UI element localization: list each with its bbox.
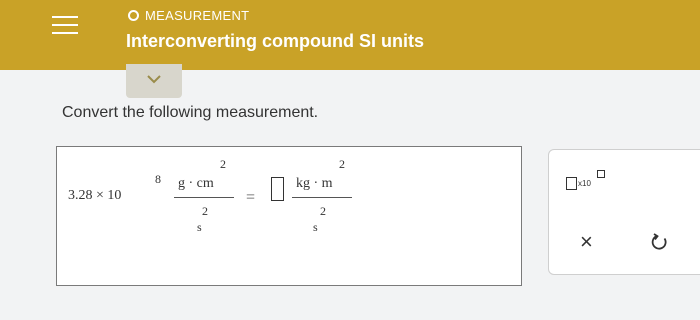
- to-numerator-exponent: 2: [339, 157, 345, 171]
- from-fraction-bar: [174, 197, 234, 198]
- from-numerator-exponent: 2: [220, 157, 226, 171]
- from-numerator: g · cm: [178, 176, 214, 191]
- to-fraction-bar: [292, 197, 352, 198]
- to-denominator: s: [313, 220, 318, 234]
- x10-label: x10: [578, 179, 591, 188]
- to-denominator-exponent: 2: [320, 204, 326, 218]
- answer-box: [56, 146, 522, 286]
- circle-icon: [128, 10, 139, 21]
- chevron-down-icon: [147, 75, 161, 84]
- topic-label: MEASUREMENT: [145, 8, 250, 23]
- from-denominator-exponent: 2: [202, 204, 208, 218]
- to-numerator: kg · m: [296, 176, 333, 191]
- math-tools-panel: [548, 149, 700, 275]
- page-title: Interconverting compound SI units: [126, 31, 425, 51]
- hamburger-menu-icon[interactable]: [50, 12, 80, 38]
- header-bar: MEASUREMENT Interconverting compound SI …: [0, 0, 700, 70]
- answer-input[interactable]: [271, 177, 284, 201]
- scientific-notation-button[interactable]: x10: [566, 170, 610, 194]
- question-instruction: Convert the following measurement.: [62, 104, 319, 121]
- clear-button[interactable]: ×: [580, 230, 593, 254]
- coefficient-exponent: 8: [155, 172, 161, 186]
- equals-sign: =: [246, 189, 256, 206]
- from-denominator: s: [197, 220, 202, 234]
- base-box-icon: [566, 177, 577, 190]
- topic-row: MEASUREMENT: [128, 8, 249, 23]
- collapse-toggle-button[interactable]: [126, 64, 182, 98]
- exponent-box-icon: [597, 170, 605, 178]
- undo-button[interactable]: [650, 232, 670, 252]
- undo-icon: [651, 233, 667, 250]
- coefficient: 3.28 × 10: [68, 188, 122, 203]
